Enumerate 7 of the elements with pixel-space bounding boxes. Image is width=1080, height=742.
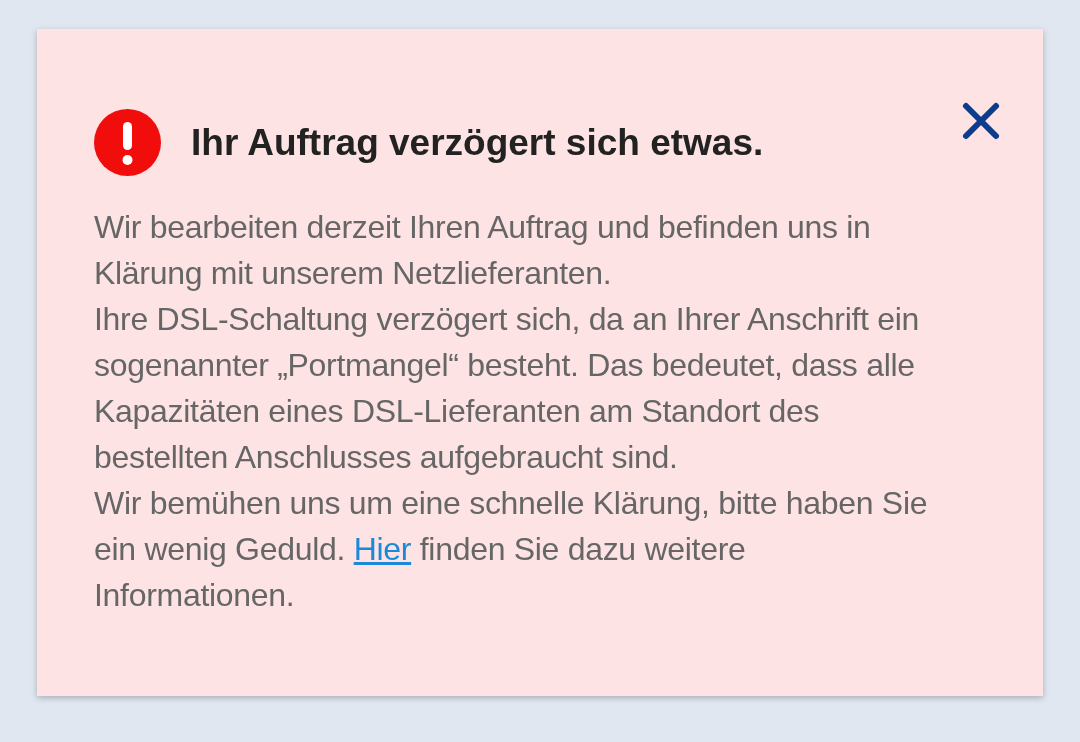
alert-title: Ihr Auftrag verzögert sich etwas. (191, 121, 764, 164)
message-paragraph: Wir bemühen uns um eine schnelle Klärung, bitte haben Sie ein wenig Geduld. Hier finden Sie dazu weitere Informationen. (94, 484, 929, 615)
info-link[interactable]: Hier (353, 531, 412, 567)
message-paragraph: Ihre DSL-Schaltung verzögert sich, da an Ihrer Anschrift ein sogenannter „Portmangel“ besteht. Das bedeutet, dass alle Kapazitäten eines DSL-Lieferanten am Standort des bestellten Anschlusses aufgebraucht sind. (94, 300, 921, 477)
message-paragraph: Wir bearbeiten derzeit Ihren Auftrag und befinden uns in Klärung mit unserem Netzlieferanten. (94, 208, 872, 293)
close-button[interactable] (961, 101, 1001, 141)
exclamation-icon (94, 109, 161, 176)
